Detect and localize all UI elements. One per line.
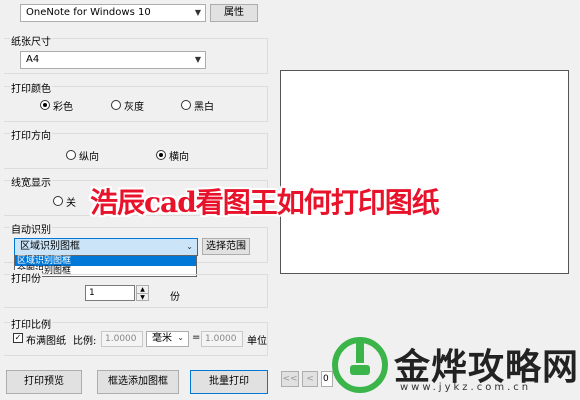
radio-bw-label: 黑白: [194, 102, 214, 113]
select-range-button[interactable]: 选择范围: [202, 238, 250, 255]
chevron-down-icon: ▼: [194, 8, 201, 17]
scale-unit-value: 毫米: [152, 333, 172, 344]
radio-color[interactable]: [40, 100, 50, 110]
radio-color-label: 彩色: [53, 102, 73, 113]
auto-recognize-value: 区域识别图框: [20, 241, 80, 252]
print-scale-label: 打印比例: [10, 316, 52, 331]
checkbox-checked-icon[interactable]: ✓: [13, 333, 23, 343]
chevron-down-icon: ⌄: [186, 242, 193, 251]
page-value: 0: [323, 374, 329, 384]
ratio-right-value: 1.0000: [205, 334, 237, 344]
ratio-right-input[interactable]: 1.0000: [201, 331, 243, 347]
radio-portrait-label: 纵向: [79, 152, 99, 163]
chevron-down-icon: ⌄: [177, 333, 184, 342]
auto-recognize-label: 自动识别: [10, 221, 52, 236]
spin-up-icon[interactable]: ▲: [137, 286, 148, 294]
radio-portrait[interactable]: [66, 150, 76, 160]
power-plug-logo-icon: [332, 337, 388, 393]
overlay-title: 浩辰cad看图王如何打印图纸: [90, 186, 440, 219]
ratio-label: 比例:: [73, 336, 97, 347]
radio-gray-label: 灰度: [124, 102, 144, 113]
ratio-left-value: 1.0000: [105, 334, 137, 344]
scale-unit-select[interactable]: 毫米 ⌄: [146, 331, 189, 347]
print-direction-label: 打印方向: [10, 127, 52, 142]
printer-properties-button[interactable]: 属性: [210, 4, 258, 22]
unit-label: 单位: [247, 336, 267, 347]
radio-landscape[interactable]: [156, 150, 166, 160]
spin-down-icon[interactable]: ▼: [137, 294, 148, 301]
ratio-left-input[interactable]: 1.0000: [101, 331, 143, 347]
paper-size-label: 纸张尺寸: [10, 33, 52, 48]
nav-prev-button[interactable]: <: [302, 371, 318, 387]
equals-sign: =: [192, 332, 201, 343]
print-preview-button[interactable]: 打印预览: [6, 370, 82, 394]
printer-select-value: OneNote for Windows 10: [26, 7, 151, 18]
printer-select[interactable]: OneNote for Windows 10 ▼: [20, 4, 206, 22]
radio-gray[interactable]: [111, 100, 121, 110]
fit-paper-label: 布满图纸: [26, 336, 66, 347]
line-width-label: 线宽显示: [10, 174, 52, 189]
copies-unit: 份: [170, 292, 180, 303]
copies-spinner[interactable]: ▲ ▼: [136, 285, 149, 301]
copies-value: 1: [89, 288, 95, 298]
add-frame-button[interactable]: 框选添加图框: [97, 370, 179, 394]
radio-line-width-off[interactable]: [53, 196, 63, 206]
paper-size-select[interactable]: A4 ▼: [20, 51, 206, 69]
chevron-down-icon: ▼: [194, 55, 201, 64]
radio-bw[interactable]: [181, 100, 191, 110]
dropdown-option-region[interactable]: 区域识别图框: [15, 256, 196, 266]
paper-size-value: A4: [26, 54, 40, 65]
print-preview-area: [280, 70, 569, 274]
auto-recognize-select[interactable]: 区域识别图框 ⌄: [14, 238, 198, 256]
nav-first-button[interactable]: <<: [281, 371, 299, 387]
copies-input[interactable]: 1: [85, 285, 135, 301]
print-color-label: 打印颜色: [10, 80, 52, 95]
watermark: 金烨攻略网 www.jykz.com.cn: [330, 330, 580, 400]
copies-label: 打印份: [10, 270, 42, 285]
batch-print-button[interactable]: 批量打印: [190, 370, 268, 394]
radio-landscape-label: 横向: [169, 152, 189, 163]
radio-line-width-off-label: 关: [66, 198, 76, 209]
watermark-url: www.jykz.com.cn: [400, 382, 532, 393]
